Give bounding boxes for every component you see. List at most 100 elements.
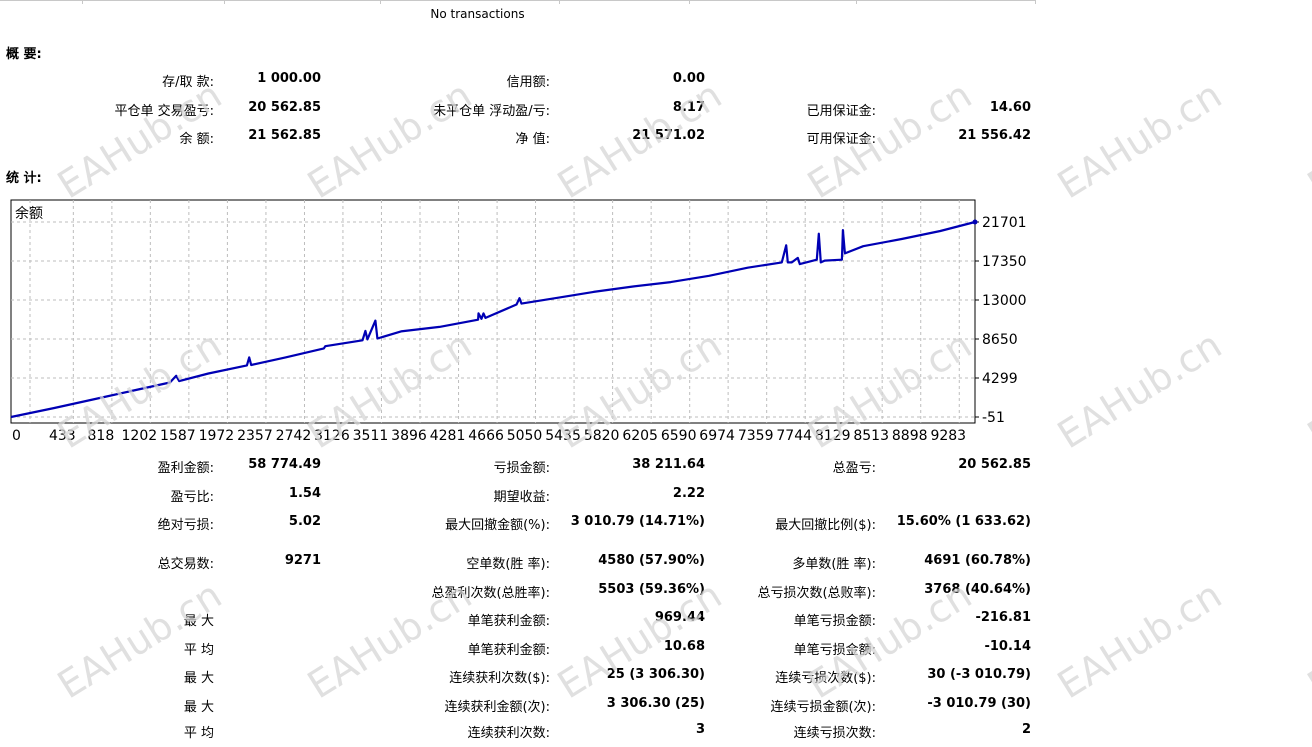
stats-value: 9271 — [284, 553, 321, 568]
x-tick-label: 5820 — [584, 428, 620, 444]
x-tick-label: 7744 — [776, 428, 812, 444]
series-end-point — [972, 219, 978, 225]
chart-title: 余额 — [15, 205, 43, 222]
stats-label: 连续亏损金额(次): — [770, 700, 876, 715]
x-tick-label: 4281 — [430, 428, 466, 444]
top-cell — [690, 0, 857, 4]
stats-value: 2 — [1021, 722, 1031, 737]
stats-label: 连续亏损次数($): — [775, 671, 876, 686]
x-tick-label: 2742 — [276, 428, 312, 444]
watermark-logo: EAHub.cn — [1050, 572, 1230, 708]
summary-value: 20 562.85 — [248, 100, 321, 115]
plot-frame — [10, 199, 976, 424]
stats-label: 连续获利金额(次): — [444, 700, 550, 715]
x-tick-label: 3896 — [391, 428, 427, 444]
stats-label: 最大回撤金额(%): — [445, 518, 550, 533]
summary-label: 存/取 款: — [162, 75, 214, 90]
stats-label: 单笔获利金额: — [467, 643, 550, 658]
x-tick-label: 8898 — [892, 428, 928, 444]
x-tick-label: 6205 — [622, 428, 658, 444]
x-tick-label: 1972 — [199, 428, 235, 444]
stats-label: 总交易数: — [157, 557, 214, 572]
x-tick-label: 6590 — [661, 428, 697, 444]
summary-label: 平仓单 交易盈亏: — [114, 104, 214, 119]
stats-value: 58 774.49 — [248, 457, 321, 472]
x-tick-label: 3511 — [353, 428, 389, 444]
y-tick-label: 4299 — [982, 371, 1018, 387]
stats-label: 绝对亏损: — [157, 518, 214, 533]
stats-label: 连续亏损次数: — [793, 726, 876, 741]
stats-label: 盈利金额: — [157, 461, 214, 476]
x-tick-label: 2357 — [237, 428, 273, 444]
stats-value: 3 — [695, 722, 705, 737]
watermark-logo: EAHub.cn — [1300, 72, 1312, 208]
summary-label: 信用额: — [506, 75, 550, 90]
stats-value: 4691 (60.78%) — [924, 553, 1031, 568]
summary-label: 余 额: — [179, 132, 214, 147]
stats-label: 连续获利次数: — [467, 726, 550, 741]
top-cell — [857, 0, 1036, 4]
watermark-logo: EAHub.cn — [1300, 572, 1312, 708]
stats-value: 1.54 — [288, 486, 321, 501]
summary-label: 未平仓单 浮动盈/亏: — [433, 104, 550, 119]
stats-label: 平 均 — [183, 643, 214, 658]
summary-value: 21 562.85 — [248, 128, 321, 143]
stats-value: 10.68 — [663, 639, 705, 654]
stats-value: 38 211.64 — [632, 457, 705, 472]
x-tick-label: 8129 — [815, 428, 851, 444]
top-cell — [560, 0, 690, 4]
stats-value: 20 562.85 — [958, 457, 1031, 472]
y-tick-label: 17350 — [982, 254, 1027, 270]
stats-label: 平 均 — [183, 726, 214, 741]
stats-label: 单笔亏损金额: — [793, 614, 876, 629]
summary-title: 概 要: — [6, 47, 42, 62]
stats-label: 盈亏比: — [170, 490, 214, 505]
summary-value: 21 571.02 — [632, 128, 705, 143]
stats-value: 30 (-3 010.79) — [927, 667, 1031, 682]
stats-label: 最大回撤比例($): — [775, 518, 876, 533]
stats-value: -10.14 — [984, 639, 1031, 654]
x-tick-label: 4666 — [468, 428, 504, 444]
summary-value: 1 000.00 — [257, 71, 321, 86]
summary-value: 14.60 — [989, 100, 1031, 115]
stats-value: 25 (3 306.30) — [606, 667, 705, 682]
y-tick-label: -51 — [982, 410, 1005, 426]
x-tick-label: 1587 — [160, 428, 196, 444]
x-tick-label: 5435 — [545, 428, 581, 444]
x-tick-label: 9283 — [930, 428, 966, 444]
stats-label: 最 大 — [183, 614, 214, 629]
summary-value: 21 556.42 — [958, 128, 1031, 143]
x-tick-label: 7359 — [738, 428, 774, 444]
summary-label: 已用保证金: — [806, 104, 876, 119]
watermark-logo: EAHub.cn — [300, 72, 480, 208]
x-tick-label: 433 — [49, 428, 76, 444]
summary-label: 可用保证金: — [806, 132, 876, 147]
stats-label: 单笔获利金额: — [467, 614, 550, 629]
x-tick-label: 6974 — [699, 428, 735, 444]
x-tick-label: 0 — [12, 428, 21, 444]
balance-chart: 21701 17350 13000 8650 4299 -51 0 433 818 1202 158… — [10, 199, 1027, 444]
stats-label: 总盈利次数(总胜率): — [431, 586, 550, 601]
stats-label: 总盈亏: — [832, 461, 876, 476]
x-tick-label: 8513 — [853, 428, 889, 444]
stats-value: 2.22 — [672, 486, 705, 501]
stats-value: 3 010.79 (14.71%) — [570, 514, 705, 529]
stats-label: 连续获利次数($): — [449, 671, 550, 686]
stats-label: 单笔亏损金额: — [793, 643, 876, 658]
watermark-logo: EAHub.cn — [1050, 72, 1230, 208]
stats-value: 3768 (40.64%) — [924, 582, 1031, 597]
y-tick-label: 21701 — [982, 215, 1027, 231]
x-tick-label: 818 — [88, 428, 115, 444]
y-tick-label: 8650 — [982, 332, 1018, 348]
stats-label: 最 大 — [183, 700, 214, 715]
stats-value: 15.60% (1 633.62) — [896, 514, 1031, 529]
x-tick-label: 5050 — [507, 428, 543, 444]
x-tick-label: 1202 — [122, 428, 158, 444]
stats-value: 969.44 — [654, 610, 705, 625]
stats-value: -216.81 — [975, 610, 1031, 625]
top-cell — [381, 0, 560, 4]
y-tick-label: 13000 — [982, 293, 1027, 309]
no-transactions-text: No transactions — [430, 7, 525, 21]
stats-title: 统 计: — [6, 171, 42, 186]
stats-label: 总亏损次数(总败率): — [757, 586, 876, 601]
